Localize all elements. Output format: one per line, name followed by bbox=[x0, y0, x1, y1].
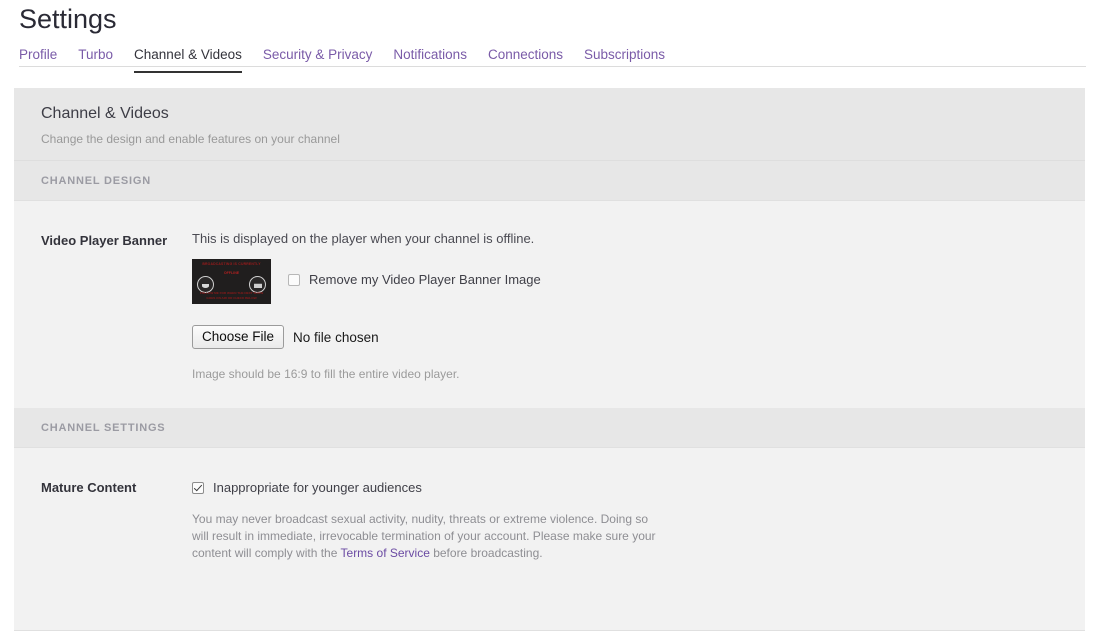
panel-bottom-strip bbox=[14, 596, 1085, 609]
terms-of-service-link[interactable]: Terms of Service bbox=[341, 546, 430, 560]
tab-channel-and-videos[interactable]: Channel & Videos bbox=[134, 48, 242, 73]
mature-note-text-end: before broadcasting. bbox=[429, 546, 543, 560]
mature-content-note: You may never broadcast sexual activity,… bbox=[192, 511, 662, 562]
section-band-channel-design: CHANNEL DESIGN bbox=[14, 161, 1085, 201]
mature-content-row: Inappropriate for younger audiences bbox=[192, 480, 1085, 495]
mature-content-label: Mature Content bbox=[41, 480, 137, 495]
remove-banner-label: Remove my Video Player Banner Image bbox=[309, 272, 541, 287]
banner-thumbnail-footer-line2: GOES ON AIR OR CHECK BELOW bbox=[206, 295, 257, 300]
section-mature-content: Mature Content Inappropriate for younger… bbox=[14, 448, 1085, 588]
tab-subscriptions[interactable]: Subscriptions bbox=[584, 48, 665, 72]
tab-profile[interactable]: Profile bbox=[19, 48, 57, 72]
settings-tab-bar: Profile Turbo Channel & Videos Security & P… bbox=[0, 34, 1120, 73]
section-band-channel-settings: CHANNEL SETTINGS bbox=[14, 408, 1085, 448]
video-player-banner-thumbnail: BROADCASTING IS CURRENTLY OFFLINE FOLLOW… bbox=[192, 259, 271, 304]
tab-turbo[interactable]: Turbo bbox=[78, 48, 113, 72]
mature-content-checkbox-label: Inappropriate for younger audiences bbox=[213, 480, 422, 495]
panel-header: Channel & Videos Change the design and e… bbox=[14, 88, 1085, 161]
video-player-banner-description: This is displayed on the player when you… bbox=[192, 231, 535, 246]
banner-thumbnail-footer-line1: FOLLOW ME FOR WHEN THE NEXT SHOW bbox=[199, 291, 264, 296]
banner-thumbnail-footer: FOLLOW ME FOR WHEN THE NEXT SHOW GOES ON… bbox=[192, 291, 271, 300]
banner-size-hint: Image should be 16:9 to fill the entire … bbox=[192, 367, 460, 381]
mature-content-checkbox[interactable] bbox=[192, 481, 204, 494]
tab-bar-divider bbox=[19, 66, 1086, 67]
tab-connections[interactable]: Connections bbox=[488, 48, 563, 72]
tab-security-and-privacy[interactable]: Security & Privacy bbox=[263, 48, 373, 72]
banner-preview-row: BROADCASTING IS CURRENTLY OFFLINE FOLLOW… bbox=[192, 259, 1085, 304]
panel-subheading: Change the design and enable features on… bbox=[41, 132, 340, 146]
video-player-banner-label: Video Player Banner bbox=[41, 233, 168, 248]
panel-footer bbox=[14, 588, 1085, 631]
panel-heading: Channel & Videos bbox=[41, 105, 169, 122]
choose-file-button[interactable]: Choose File bbox=[192, 325, 285, 349]
file-chosen-status: No file chosen bbox=[293, 329, 379, 345]
settings-panel: Channel & Videos Change the design and e… bbox=[14, 88, 1085, 631]
banner-file-input-row: Choose File No file chosen bbox=[192, 325, 1085, 349]
banner-thumbnail-title: BROADCASTING IS CURRENTLY bbox=[202, 262, 261, 266]
tab-notifications[interactable]: Notifications bbox=[393, 48, 467, 72]
section-video-player-banner: Video Player Banner This is displayed on… bbox=[14, 201, 1085, 408]
remove-banner-row: Remove my Video Player Banner Image bbox=[288, 259, 541, 287]
remove-banner-checkbox[interactable] bbox=[288, 273, 300, 286]
banner-thumbnail-subtitle: OFFLINE bbox=[223, 270, 240, 275]
page-title: Settings bbox=[19, 4, 117, 34]
